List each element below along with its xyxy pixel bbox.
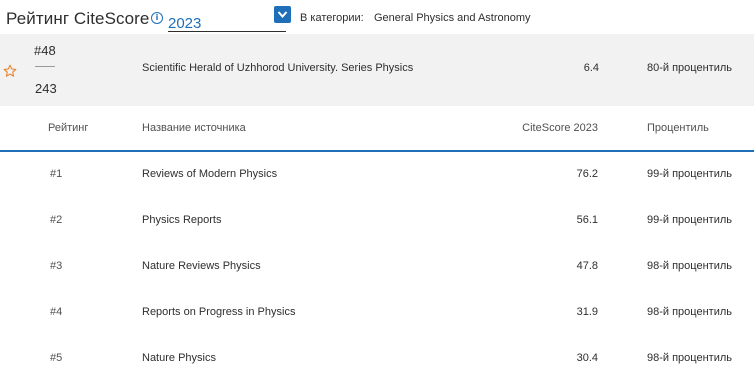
chevron-down-icon — [277, 11, 288, 19]
table-row[interactable]: #2 Physics Reports 56.1 99-й процентиль — [0, 198, 754, 244]
rank-header: Рейтинг CiteScore i 2023 В категории: Ge… — [0, 0, 754, 34]
current-journal-row: #48 243 Scientific Herald of Uzhhorod Un… — [0, 34, 754, 106]
row-citescore: 56.1 — [576, 214, 598, 226]
table-header: Рейтинг Название источника CiteScore 202… — [0, 106, 754, 152]
row-citescore: 31.9 — [576, 306, 598, 318]
row-citescore: 76.2 — [576, 168, 598, 180]
current-citescore: 6.4 — [583, 62, 599, 74]
star-icon[interactable] — [3, 64, 17, 78]
column-header-citescore[interactable]: CiteScore 2023 — [522, 122, 598, 134]
row-source-name[interactable]: Reviews of Modern Physics — [142, 168, 277, 180]
row-percentile: 98-й процентиль — [647, 260, 732, 272]
row-citescore: 47.8 — [576, 260, 598, 272]
current-percentile: 80-й процентиль — [647, 62, 732, 74]
row-percentile: 98-й процентиль — [647, 352, 732, 364]
column-header-name[interactable]: Название источника — [142, 122, 246, 134]
row-rank: #3 — [50, 260, 63, 272]
row-percentile: 99-й процентиль — [647, 168, 732, 180]
row-rank: #2 — [50, 214, 63, 226]
column-header-percentile[interactable]: Процентиль — [647, 122, 709, 134]
row-source-name[interactable]: Physics Reports — [142, 214, 221, 226]
column-header-rank[interactable]: Рейтинг — [48, 122, 88, 134]
citescore-rank-panel: Рейтинг CiteScore i 2023 В категории: Ge… — [0, 0, 754, 378]
row-rank: #4 — [50, 306, 63, 318]
category-dropdown-button[interactable] — [274, 6, 291, 23]
table-row[interactable]: #1 Reviews of Modern Physics 76.2 99-й п… — [0, 152, 754, 198]
row-citescore: 30.4 — [576, 352, 598, 364]
row-source-name[interactable]: Reports on Progress in Physics — [142, 306, 295, 318]
current-journal-name[interactable]: Scientific Herald of Uzhhorod University… — [142, 62, 413, 74]
row-percentile: 99-й процентиль — [647, 214, 732, 226]
table-row[interactable]: #4 Reports on Progress in Physics 31.9 9… — [0, 290, 754, 336]
total-count: 243 — [35, 81, 57, 96]
row-percentile: 98-й процентиль — [647, 306, 732, 318]
row-rank: #1 — [50, 168, 63, 180]
year-value: 2023 — [168, 15, 202, 32]
row-source-name[interactable]: Nature Physics — [142, 352, 216, 364]
row-source-name[interactable]: Nature Reviews Physics — [142, 260, 261, 272]
current-rank: #48 — [34, 43, 56, 58]
category-label: В категории: — [300, 12, 364, 24]
table-row[interactable]: #5 Nature Physics 30.4 98-й процентиль — [0, 336, 754, 378]
year-select[interactable]: 2023 — [168, 10, 286, 32]
table-row[interactable]: #3 Nature Reviews Physics 47.8 98-й проц… — [0, 244, 754, 290]
rank-divider — [35, 66, 55, 67]
page-title: Рейтинг CiteScore — [6, 9, 150, 28]
row-rank: #5 — [50, 352, 63, 364]
category-value[interactable]: General Physics and Astronomy — [374, 12, 531, 24]
info-icon[interactable]: i — [151, 12, 163, 24]
